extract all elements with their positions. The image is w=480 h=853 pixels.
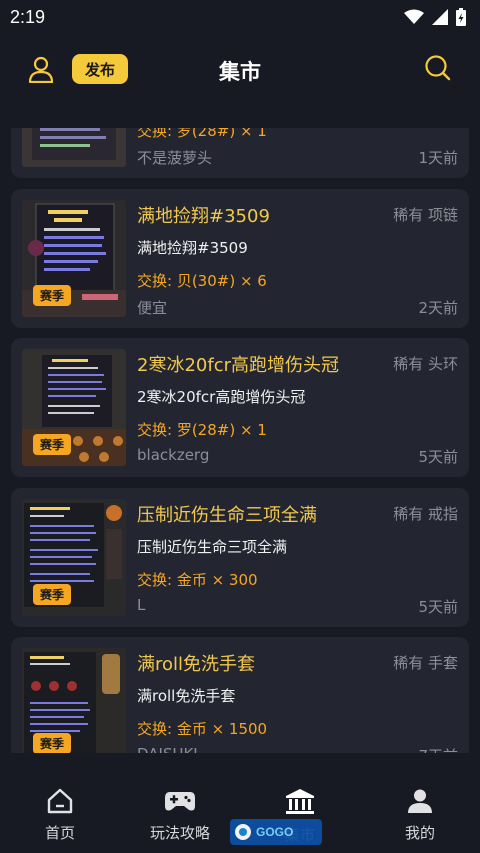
profile-button[interactable] — [28, 55, 54, 84]
search-icon — [425, 55, 451, 81]
item-description: 满地捡翔#3509 — [137, 239, 248, 257]
seller-name: blackzerg — [137, 446, 210, 464]
item-thumbnail: 赛季 — [22, 200, 126, 317]
item-rarity-type: 稀有 手套 — [393, 654, 458, 672]
item-thumbnail: 赛季 — [22, 648, 126, 753]
user-icon — [408, 789, 432, 813]
item-rarity-type: 稀有 戒指 — [393, 505, 458, 523]
listing-card[interactable]: 赛季 满地捡翔#3509 稀有 项链 满地捡翔#3509 交换: 贝(30#) … — [11, 189, 469, 328]
status-icons — [404, 8, 466, 26]
app-header: 发布 集市 — [0, 40, 480, 98]
season-badge: 赛季 — [33, 584, 72, 605]
item-description: 满roll免洗手套 — [137, 687, 236, 705]
exchange-price: 交换: 金币 × 1500 — [137, 720, 268, 738]
item-thumbnail: 赛季 — [22, 349, 126, 466]
exchange-price: 交换: 贝(30#) × 6 — [137, 272, 267, 290]
posted-time: 7天前 — [418, 745, 458, 753]
listing-feed[interactable]: 交换: 罗(28#) × 1 不是菠萝头 1天前 赛季 满地捡翔#3509 稀有… — [0, 128, 480, 753]
wifi-icon — [404, 9, 424, 24]
seller-name: 便宜 — [137, 299, 168, 317]
posted-time: 5天前 — [418, 598, 458, 616]
season-badge: 赛季 — [33, 434, 72, 455]
status-time: 2:19 — [10, 6, 46, 27]
nav-profile[interactable]: 我的 — [360, 770, 480, 853]
item-description: 2寒冰20fcr高跑增伤头冠 — [137, 388, 306, 406]
exchange-price: 交换: 金币 × 300 — [137, 571, 258, 589]
item-name: 压制近伤生命三项全满 — [137, 505, 317, 526]
listing-card[interactable]: 交换: 罗(28#) × 1 不是菠萝头 1天前 — [11, 128, 469, 178]
publish-button[interactable]: 发布 — [72, 54, 128, 84]
nav-guides[interactable]: 玩法攻略 — [120, 770, 240, 853]
item-description: 压制近伤生命三项全满 — [137, 538, 288, 556]
market-icon — [286, 789, 314, 814]
battery-charging-icon — [456, 8, 466, 26]
item-thumbnail — [22, 128, 126, 167]
signal-icon — [432, 9, 448, 25]
watermark-logo: GOGO — [230, 819, 322, 845]
home-icon — [47, 788, 73, 814]
listing-card[interactable]: 赛季 满roll免洗手套 稀有 手套 满roll免洗手套 交换: 金币 × 15… — [11, 637, 469, 753]
logo-icon — [235, 824, 251, 840]
item-name: 2寒冰20fcr高跑增伤头冠 — [137, 355, 339, 376]
seller-name: 不是菠萝头 — [137, 149, 213, 167]
listing-card[interactable]: 赛季 压制近伤生命三项全满 稀有 戒指 压制近伤生命三项全满 交换: 金币 × … — [11, 488, 469, 627]
posted-time: 2天前 — [418, 299, 458, 317]
gamepad-icon — [165, 792, 195, 811]
seller-name: DAISUKI — [137, 745, 198, 753]
item-thumbnail: 赛季 — [22, 499, 126, 616]
item-name: 满roll免洗手套 — [137, 654, 256, 675]
nav-label: 玩法攻略 — [149, 824, 210, 842]
item-rarity-type: 稀有 头环 — [393, 355, 458, 373]
posted-time: 1天前 — [418, 149, 458, 167]
status-bar: 2:19 — [0, 0, 480, 34]
search-button[interactable] — [424, 54, 452, 84]
nav-label: 首页 — [44, 824, 75, 842]
watermark-text: GOGO — [256, 825, 294, 839]
item-name: 满地捡翔#3509 — [137, 206, 270, 227]
user-outline-icon — [28, 56, 54, 84]
item-rarity-type: 稀有 项链 — [393, 206, 458, 224]
exchange-price: 交换: 罗(28#) × 1 — [137, 421, 267, 439]
exchange-price: 交换: 罗(28#) × 1 — [137, 128, 267, 140]
nav-label: 我的 — [404, 824, 435, 842]
listing-card[interactable]: 赛季 2寒冰20fcr高跑增伤头冠 稀有 头环 2寒冰20fcr高跑增伤头冠 交… — [11, 338, 469, 477]
posted-time: 5天前 — [418, 448, 458, 466]
nav-home[interactable]: 首页 — [0, 770, 120, 853]
season-badge: 赛季 — [33, 733, 72, 753]
season-badge: 赛季 — [33, 285, 72, 306]
seller-name: L — [137, 596, 146, 614]
